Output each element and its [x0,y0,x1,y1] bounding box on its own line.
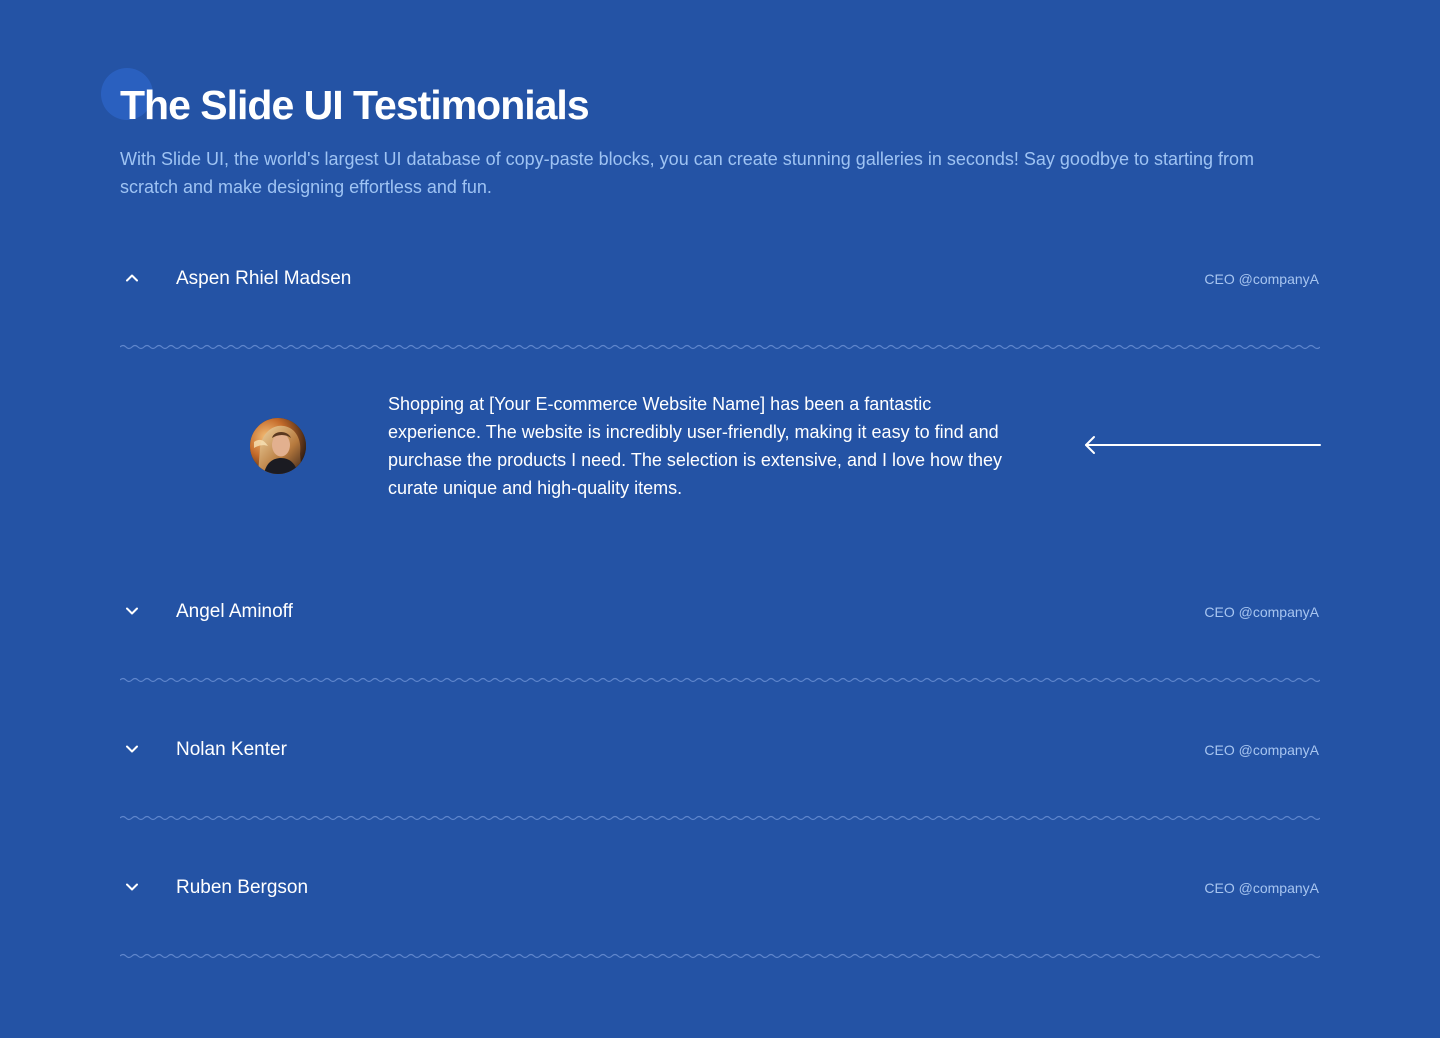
testimonial-header[interactable]: Nolan Kenter CEO @companyA [120,730,1320,770]
testimonial-role: CEO @companyA [1204,742,1319,758]
testimonial-role: CEO @companyA [1204,271,1319,287]
testimonial-role: CEO @companyA [1204,604,1319,620]
chevron-up-icon[interactable] [124,270,140,286]
chevron-down-icon[interactable] [124,879,140,895]
testimonial-item-nolan: Nolan Kenter CEO @companyA [120,730,1320,821]
wave-divider [120,344,1320,350]
chevron-down-icon[interactable] [124,741,140,757]
testimonial-role: CEO @companyA [1204,880,1319,896]
testimonial-item-aspen: Aspen Rhiel Madsen CEO @companyA Shoppin… [120,259,1321,498]
testimonial-name[interactable]: Ruben Bergson [176,876,308,900]
testimonial-header[interactable]: Angel Aminoff CEO @companyA [120,592,1320,632]
arrow-left-icon[interactable] [1083,434,1321,456]
page-title: The Slide UI Testimonials [120,82,590,128]
testimonial-expanded-body: Shopping at [Your E-commerce Website Nam… [120,360,1321,520]
testimonial-item-angel: Angel Aminoff CEO @companyA [120,592,1320,683]
avatar-image [250,418,306,474]
testimonial-header[interactable]: Aspen Rhiel Madsen CEO @companyA [120,259,1320,299]
testimonial-name[interactable]: Aspen Rhiel Madsen [176,267,351,291]
testimonial-name[interactable]: Angel Aminoff [176,600,293,624]
testimonial-name[interactable]: Nolan Kenter [176,738,287,762]
avatar [250,418,306,474]
wave-divider [120,953,1320,959]
testimonial-item-ruben: Ruben Bergson CEO @companyA [120,868,1320,959]
page-subtitle: With Slide UI, the world's largest UI da… [120,149,1255,197]
chevron-down-icon[interactable] [124,603,140,619]
testimonial-quote: Shopping at [Your E-commerce Website Nam… [388,394,1003,498]
testimonial-header[interactable]: Ruben Bergson CEO @companyA [120,868,1320,908]
wave-divider [120,677,1320,683]
wave-divider [120,815,1320,821]
